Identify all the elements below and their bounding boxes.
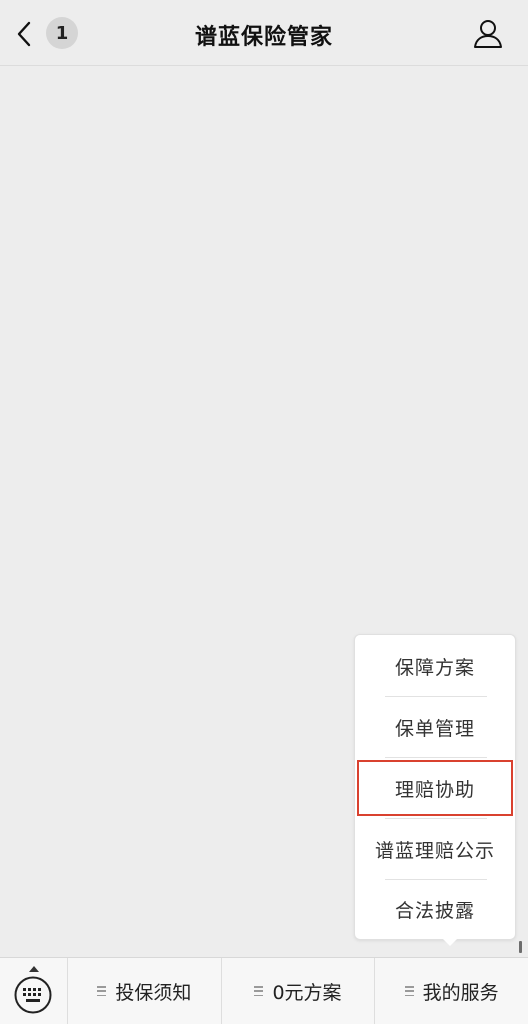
- menu-lines-icon: [254, 986, 264, 996]
- tab-label: 投保须知: [115, 981, 192, 1004]
- menu-lines-icon: [97, 986, 107, 996]
- popup-pointer: [443, 939, 457, 946]
- tab-label: 0元方案: [272, 981, 342, 1004]
- menu-item-legal-disclosure[interactable]: 合法披露: [355, 879, 515, 939]
- tab-insurance-notice[interactable]: 投保须知: [68, 958, 222, 1024]
- tab-label: 我的服务: [422, 981, 499, 1004]
- tab-zero-cost-plan[interactable]: 0元方案: [222, 958, 376, 1024]
- menu-item-claim-assistance[interactable]: 理赔协助: [355, 758, 515, 818]
- caret-up-icon: [29, 966, 39, 972]
- bottom-menu-bar: 投保须知 0元方案 我的服务: [0, 957, 528, 1024]
- keyboard-toggle[interactable]: [0, 958, 68, 1024]
- top-nav-bar: 1 谱蓝保险管家: [0, 0, 528, 66]
- menu-lines-icon: [404, 986, 414, 996]
- person-icon: [474, 20, 502, 48]
- scroll-indicator: [519, 941, 522, 953]
- menu-item-policy-management[interactable]: 保单管理: [355, 697, 515, 757]
- menu-item-claim-disclosure[interactable]: 谱蓝理赔公示: [355, 819, 515, 879]
- service-popup-menu: 保障方案 保单管理 理赔协助 谱蓝理赔公示 合法披露: [354, 634, 516, 940]
- page-title: 谱蓝保险管家: [194, 25, 333, 50]
- menu-item-coverage-plan[interactable]: 保障方案: [355, 636, 515, 696]
- keyboard-icon: [14, 976, 52, 1014]
- tab-my-services[interactable]: 我的服务: [375, 958, 528, 1024]
- chat-screen: 1 谱蓝保险管家 保障方案 保单管理 理赔协助 谱蓝理赔公示 合法披露 投保须知…: [0, 0, 528, 1024]
- profile-button[interactable]: [472, 18, 504, 50]
